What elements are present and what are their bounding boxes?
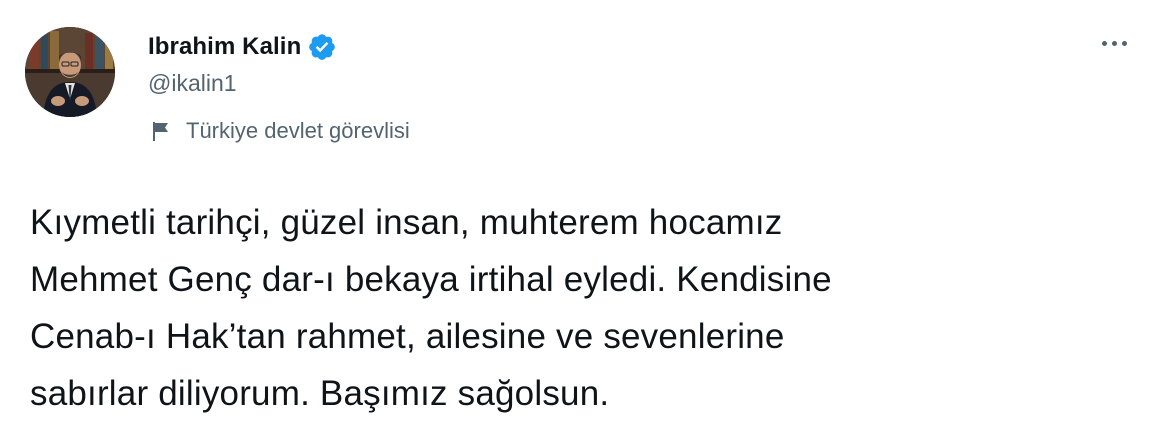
flag-icon: [150, 120, 172, 142]
tweet-card: Ibrahim Kalin @ikalin1 Türkiye devlet gö…: [0, 0, 1157, 432]
more-options-icon: [1101, 40, 1107, 46]
account-label-text: Türkiye devlet görevlisi: [186, 118, 410, 143]
tweet-text: Kıymetli tarihçi, güzel insan, muhterem …: [30, 203, 832, 413]
author-handle[interactable]: @ikalin1: [148, 70, 237, 97]
more-options-icon-dot: [1121, 40, 1127, 46]
avatar[interactable]: [25, 27, 115, 117]
more-options-button[interactable]: [1094, 28, 1134, 58]
author-name-row: Ibrahim Kalin: [148, 30, 337, 64]
verified-badge-icon: [307, 32, 337, 62]
display-name[interactable]: Ibrahim Kalin: [148, 33, 301, 61]
more-options-icon-dot: [1111, 40, 1117, 46]
avatar-photo: [25, 27, 115, 117]
account-label: Türkiye devlet görevlisi: [150, 116, 410, 146]
